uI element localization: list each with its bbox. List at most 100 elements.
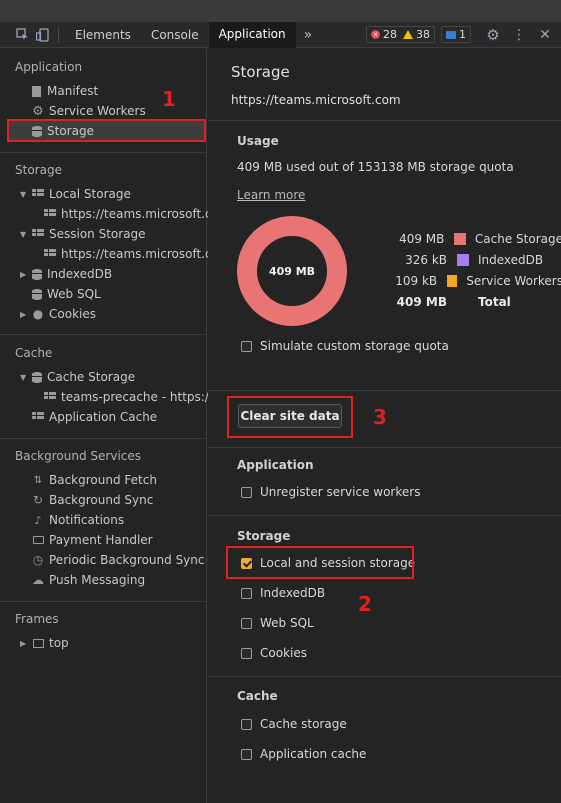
more-tabs-button[interactable]: » <box>296 27 321 43</box>
application-cache-checkbox[interactable]: Application cache <box>241 746 366 762</box>
table-icon <box>44 392 56 402</box>
tab-elements[interactable]: Elements <box>65 22 141 48</box>
warning-count: 38 <box>416 28 430 41</box>
checkbox-label: Cookies <box>260 646 307 660</box>
usage-summary: 409 MB used out of 153138 MB storage quo… <box>237 160 514 174</box>
collapse-arrow-icon[interactable]: ▶ <box>20 310 30 319</box>
sidebar-item-label: https://teams.microsoft.com <box>61 207 231 221</box>
sidebar-item-label: Notifications <box>49 513 125 527</box>
sidebar-item-cache-storage[interactable]: ▼ Cache Storage <box>20 367 135 387</box>
section-title-frames: Frames <box>15 612 59 626</box>
sidebar-divider <box>0 438 207 439</box>
sidebar-item-push-messaging[interactable]: ☁ Push Messaging <box>32 570 145 590</box>
error-icon: ✕ <box>371 30 380 39</box>
sidebar-item-websql[interactable]: Web SQL <box>32 284 101 304</box>
checkbox-box[interactable] <box>241 486 252 498</box>
database-icon <box>32 371 42 383</box>
sync-icon: ↻ <box>32 493 44 507</box>
annotation-number-1: 1 <box>162 87 176 111</box>
sidebar-item-payment-handler[interactable]: Payment Handler <box>32 530 153 550</box>
legend-swatch <box>457 254 469 266</box>
sidebar-item-label: Local Storage <box>49 187 131 201</box>
message-counter[interactable]: 1 <box>441 26 471 43</box>
sidebar-item-application-cache[interactable]: Application Cache <box>32 407 157 427</box>
sidebar-item-label: Session Storage <box>49 227 146 241</box>
sidebar-item-frame-top[interactable]: ▶ top <box>20 633 69 653</box>
document-icon <box>32 85 41 97</box>
checkbox-box[interactable] <box>241 587 252 599</box>
gear-icon[interactable]: ⚙ <box>483 22 503 48</box>
legend-name: Service Workers <box>466 274 561 288</box>
panel-divider <box>208 515 561 516</box>
learn-more-link[interactable]: Learn more <box>237 188 305 202</box>
inspect-element-icon[interactable] <box>12 22 32 48</box>
sidebar-item-label: Background Fetch <box>49 473 157 487</box>
gear-icon: ⚙ <box>32 103 44 119</box>
tab-application[interactable]: Application <box>208 21 296 48</box>
sidebar-item-session-storage-origin[interactable]: https://teams.microsoft.com <box>44 244 231 264</box>
sidebar-item-label: Background Sync <box>49 493 154 507</box>
section-title-background-services: Background Services <box>15 449 142 463</box>
expand-arrow-icon[interactable]: ▼ <box>20 190 30 199</box>
indexeddb-checkbox[interactable]: IndexedDB <box>241 585 325 601</box>
checkbox-label: Application cache <box>260 747 367 761</box>
tab-console[interactable]: Console <box>141 22 209 48</box>
checkbox-box[interactable] <box>241 617 252 629</box>
checkbox-box[interactable] <box>241 647 252 659</box>
table-icon <box>44 209 56 219</box>
sidebar-item-label: Application Cache <box>49 410 158 424</box>
panel-divider <box>208 390 561 391</box>
donut-center-label: 409 MB <box>269 265 315 278</box>
message-count: 1 <box>459 28 466 41</box>
sidebar-item-label: Manifest <box>47 84 99 98</box>
expand-arrow-icon[interactable]: ▼ <box>20 230 30 239</box>
panel-divider <box>208 120 561 121</box>
sidebar-item-local-storage[interactable]: ▼ Local Storage <box>20 184 131 204</box>
annotation-number-2: 2 <box>358 592 372 616</box>
checkbox-box[interactable] <box>241 340 252 352</box>
up-down-arrows-icon: ⇅ <box>33 474 43 486</box>
sidebar-item-background-fetch[interactable]: ⇅ Background Fetch <box>32 470 157 490</box>
legend-row-indexeddb: 326 kB IndexedDB <box>383 252 561 268</box>
checkbox-box[interactable] <box>241 718 252 730</box>
sidebar-item-local-storage-origin[interactable]: https://teams.microsoft.com <box>44 204 231 224</box>
sidebar-item-cookies[interactable]: ▶ ● Cookies <box>20 304 96 324</box>
kebab-menu-icon[interactable]: ⋮ <box>509 22 529 48</box>
clock-icon: ◷ <box>32 553 44 567</box>
unregister-service-workers-checkbox[interactable]: Unregister service workers <box>241 484 420 500</box>
legend-value: 326 kB <box>405 253 447 267</box>
sidebar-item-session-storage[interactable]: ▼ Session Storage <box>20 224 146 244</box>
sidebar-item-periodic-background-sync[interactable]: ◷ Periodic Background Sync <box>32 550 205 570</box>
legend-row-service-workers: 109 kB Service Workers <box>383 273 561 289</box>
websql-checkbox[interactable]: Web SQL <box>241 615 314 631</box>
cookies-checkbox[interactable]: Cookies <box>241 645 307 661</box>
checkbox-box[interactable] <box>241 748 252 760</box>
checkbox-label: Web SQL <box>260 616 314 630</box>
collapse-arrow-icon[interactable]: ▶ <box>20 270 30 279</box>
panel-divider <box>208 676 561 677</box>
annotation-number-3: 3 <box>373 405 387 429</box>
sidebar-item-label: Service Workers <box>49 104 146 118</box>
close-icon[interactable]: ✕ <box>535 22 555 48</box>
cookie-icon: ● <box>32 307 44 321</box>
expand-arrow-icon[interactable]: ▼ <box>20 373 30 382</box>
legend-value: 109 kB <box>395 274 438 288</box>
panel-divider <box>208 447 561 448</box>
table-icon <box>32 229 44 239</box>
toolbar-separator <box>58 26 59 43</box>
collapse-arrow-icon[interactable]: ▶ <box>20 639 30 648</box>
device-toolbar-icon[interactable] <box>32 22 52 48</box>
simulate-quota-checkbox[interactable]: Simulate custom storage quota <box>241 338 449 354</box>
database-icon <box>32 268 42 280</box>
warning-icon <box>403 30 413 39</box>
issue-counter[interactable]: ✕ 28 38 <box>366 26 435 43</box>
sidebar-item-background-sync[interactable]: ↻ Background Sync <box>32 490 153 510</box>
sidebar-item-indexeddb[interactable]: ▶ IndexedDB <box>20 264 112 284</box>
sidebar-item-label: Payment Handler <box>49 533 153 547</box>
cache-storage-checkbox[interactable]: Cache storage <box>241 716 347 732</box>
sidebar-item-manifest[interactable]: Manifest <box>32 81 98 101</box>
sidebar-item-notifications[interactable]: ♪ Notifications <box>32 510 124 530</box>
origin-url: https://teams.microsoft.com <box>231 93 401 107</box>
usage-donut-chart: 409 MB <box>237 216 347 326</box>
sidebar-item-service-workers[interactable]: ⚙ Service Workers <box>32 101 146 121</box>
